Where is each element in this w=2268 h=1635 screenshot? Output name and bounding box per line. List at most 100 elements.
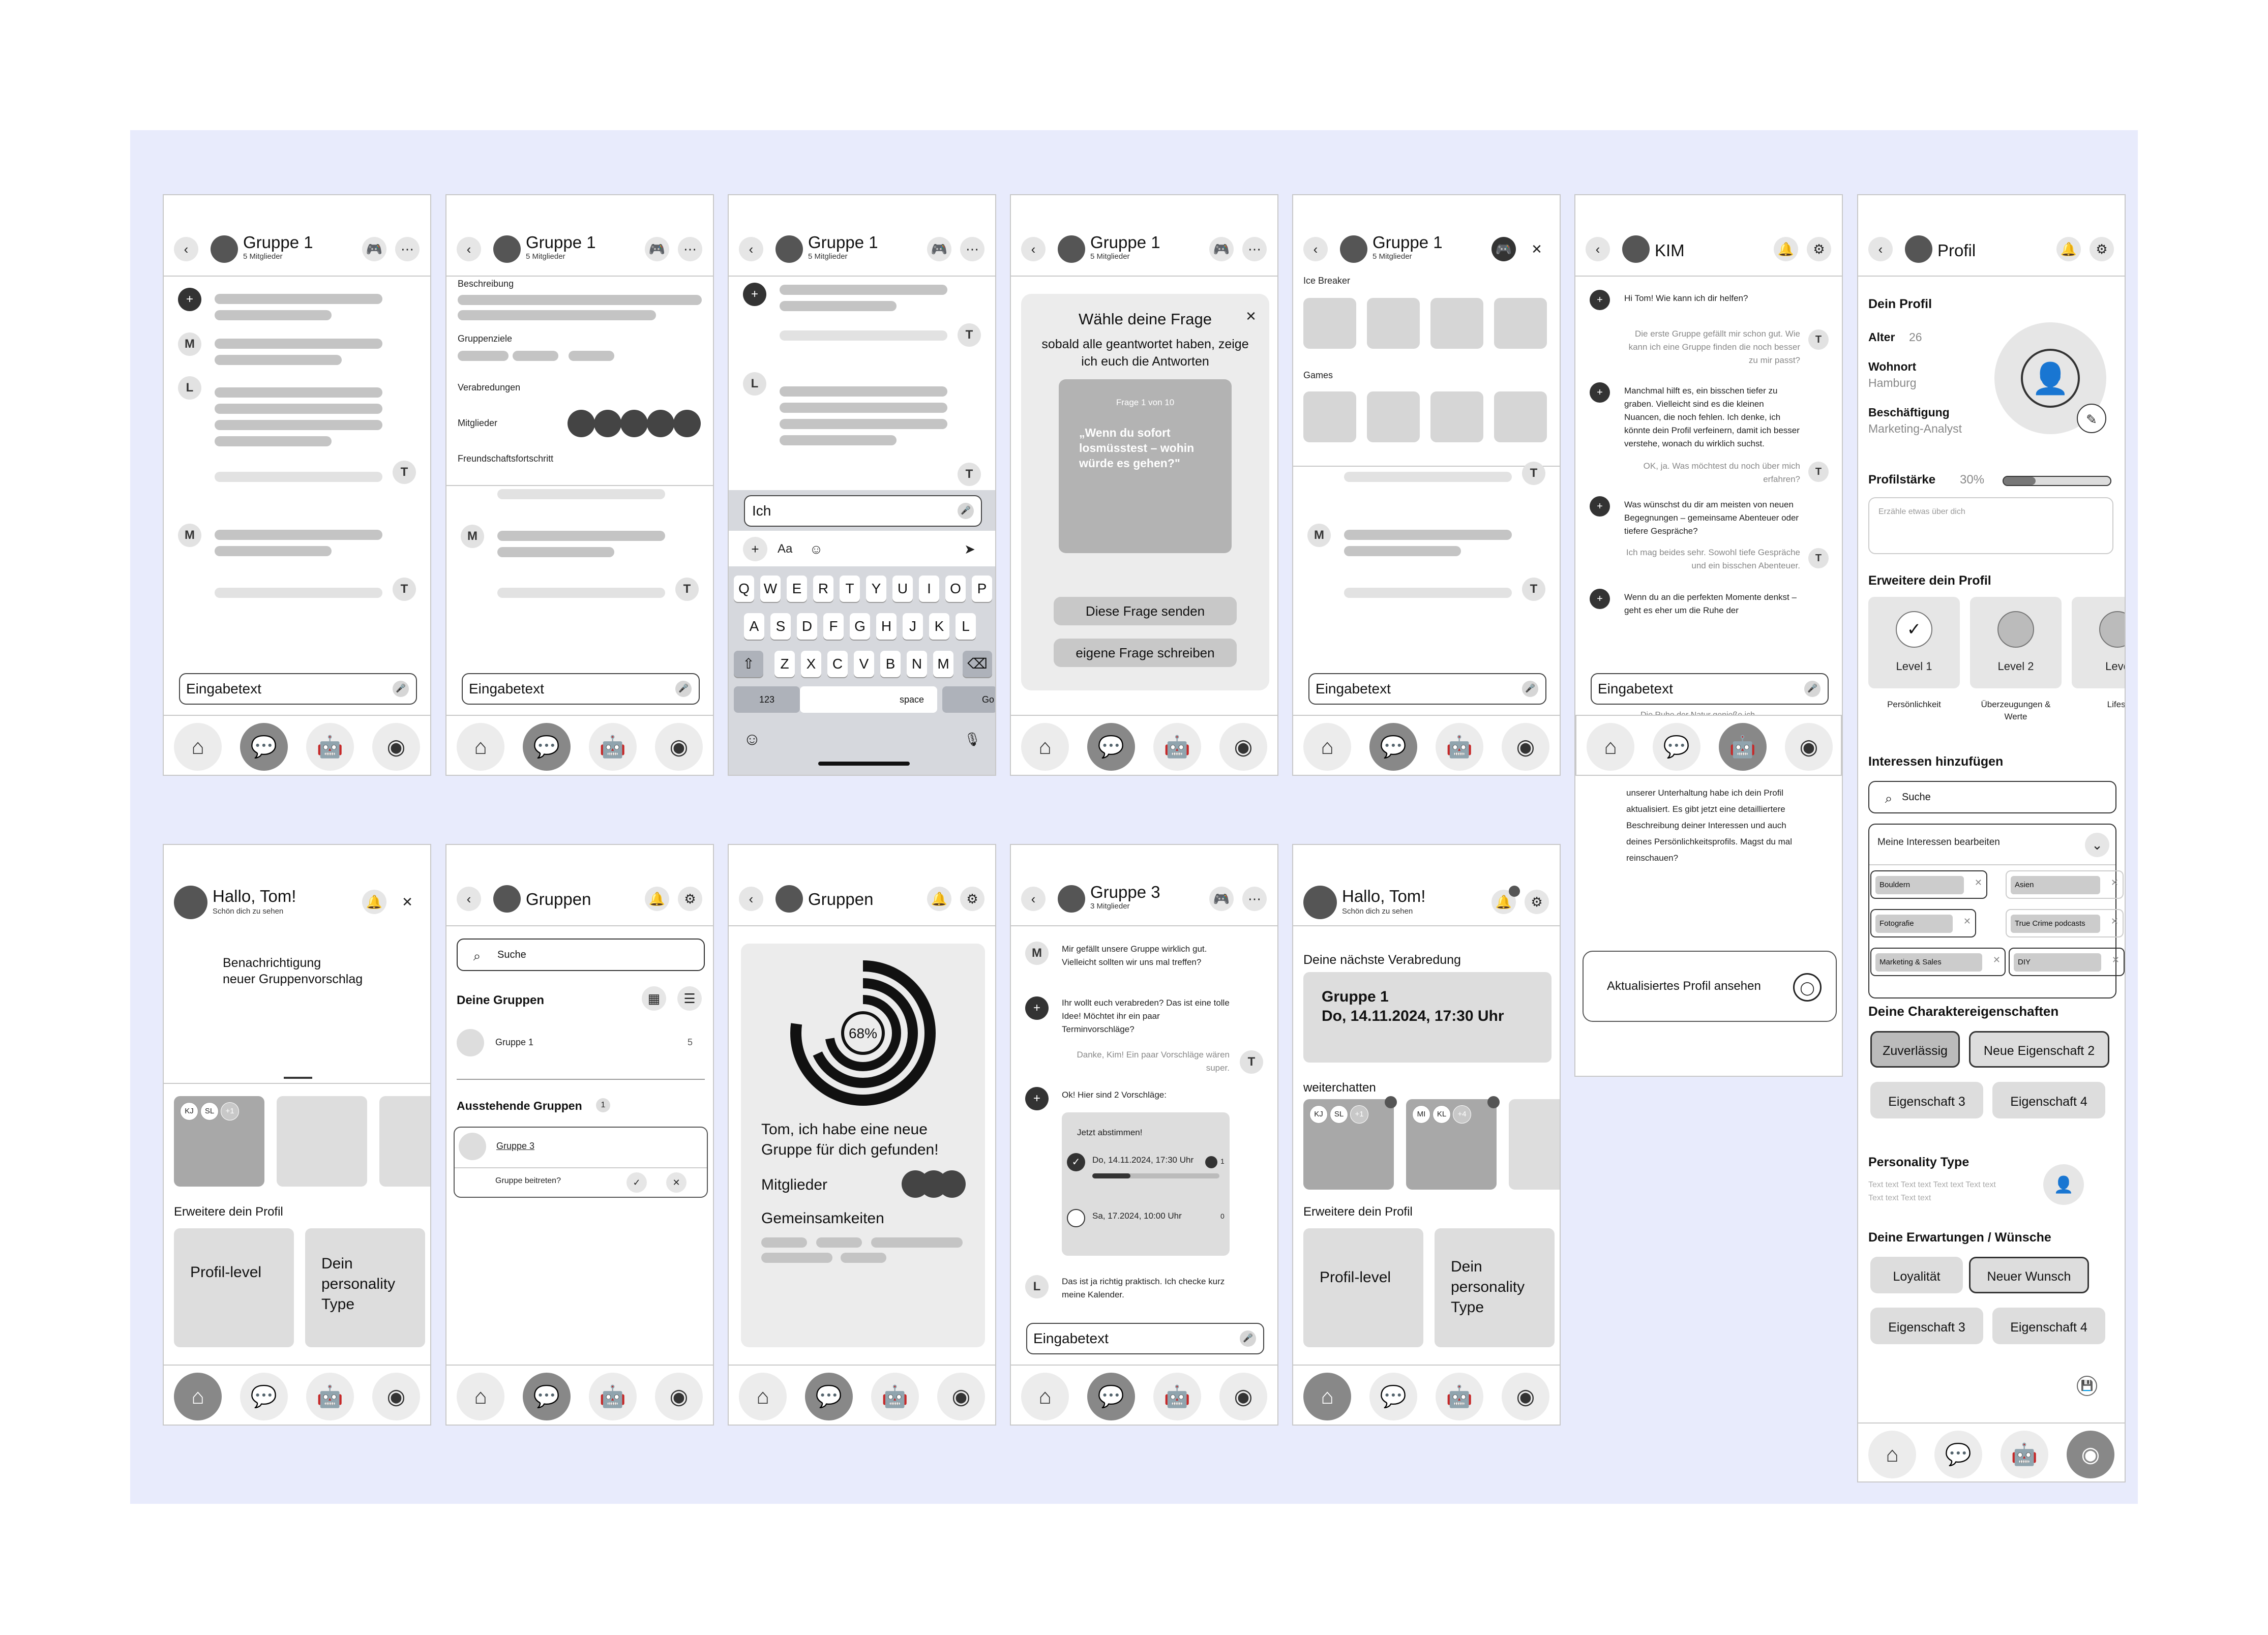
back-icon[interactable]: ‹ — [457, 237, 481, 261]
close-icon[interactable]: ✕ — [2111, 877, 2118, 888]
back-icon[interactable]: ‹ — [1303, 237, 1328, 261]
chat-icon[interactable]: 💬 — [1087, 723, 1135, 771]
level-card[interactable]: ✓ Level 1 — [1868, 597, 1960, 688]
robot-icon[interactable]: 🤖 — [1436, 723, 1483, 771]
message-input[interactable]: Eingabetext 🎤 — [462, 673, 700, 705]
close-icon[interactable]: ✕ — [1525, 237, 1549, 261]
notification-text[interactable]: neuer Gruppenvorschlag — [223, 972, 363, 987]
group-search[interactable]: ⌕ Suche — [457, 938, 705, 971]
more-icon[interactable]: ⋯ — [1242, 237, 1267, 261]
chat-icon[interactable]: 💬 — [523, 1373, 571, 1420]
label-verabredungen[interactable]: Verabredungen — [458, 382, 520, 393]
key-h[interactable]: H — [876, 613, 897, 640]
interest-tag[interactable]: DIY ✕ — [2009, 948, 2125, 976]
profile-icon[interactable]: ◉ — [2067, 1431, 2114, 1478]
interest-tag[interactable]: True Crime podcasts ✕ — [2006, 909, 2124, 937]
key-n[interactable]: N — [907, 651, 927, 677]
edit-icon[interactable]: ✎ — [2077, 404, 2106, 433]
key-y[interactable]: Y — [866, 576, 886, 602]
profile-icon[interactable]: ◉ — [372, 1373, 420, 1420]
game-tile[interactable] — [1367, 391, 1420, 442]
profile-icon[interactable]: ◉ — [1219, 723, 1267, 771]
game-tile[interactable] — [1494, 298, 1547, 349]
game-tile[interactable] — [1430, 391, 1483, 442]
key-u[interactable]: U — [892, 576, 913, 602]
gear-icon[interactable]: ⚙ — [2090, 237, 2114, 261]
chat-icon[interactable]: 💬 — [240, 1373, 288, 1420]
view-profile-button[interactable]: Aktualisiertes Profil ansehen ◯ — [1583, 951, 1837, 1022]
bell-icon[interactable]: 🔔 — [927, 887, 951, 911]
key-r[interactable]: R — [813, 576, 833, 602]
message-input[interactable]: Eingabetext 🎤 — [1308, 673, 1546, 705]
chat-icon[interactable]: 💬 — [1087, 1373, 1135, 1420]
plus-icon[interactable]: + — [743, 537, 767, 561]
key-e[interactable]: E — [787, 576, 807, 602]
key-i[interactable]: I — [919, 576, 939, 602]
format-button[interactable]: Aa — [778, 542, 792, 556]
home-icon[interactable]: ⌂ — [174, 1373, 222, 1420]
key-p[interactable]: P — [972, 576, 992, 602]
home-icon[interactable]: ⌂ — [1868, 1431, 1916, 1478]
profile-icon[interactable]: ◉ — [1502, 1373, 1549, 1420]
key-k[interactable]: K — [929, 613, 949, 640]
grid-icon[interactable]: ▦ — [642, 986, 666, 1011]
more-icon[interactable]: ⋯ — [678, 237, 702, 261]
close-icon[interactable]: ✕ — [666, 1172, 687, 1193]
profile-icon[interactable]: ◉ — [1219, 1373, 1267, 1420]
send-icon[interactable]: ➤ — [958, 537, 982, 561]
send-question-button[interactable]: Diese Frage senden — [1054, 597, 1237, 625]
chat-icon[interactable]: 💬 — [523, 723, 571, 771]
interest-search[interactable]: ⌕ Suche — [1868, 781, 2116, 813]
game-icon[interactable]: 🎮 — [1209, 887, 1234, 911]
game-tile[interactable] — [1367, 298, 1420, 349]
key-f[interactable]: F — [823, 613, 844, 640]
profile-icon[interactable]: ◉ — [655, 1373, 703, 1420]
back-icon[interactable]: ‹ — [1021, 887, 1046, 911]
wish-chip[interactable]: Eigenschaft 3 — [1870, 1308, 1983, 1344]
bell-icon[interactable]: 🔔 — [645, 887, 669, 911]
save-icon[interactable]: 💾 — [2077, 1376, 2097, 1396]
message-input[interactable]: Eingabetext 🎤 — [1591, 673, 1829, 705]
emoji-icon[interactable]: ☺ — [804, 537, 828, 561]
check-icon[interactable]: ✓ — [626, 1172, 647, 1193]
home-icon[interactable]: ⌂ — [1021, 723, 1069, 771]
profile-level-card[interactable]: Profil-level — [1303, 1228, 1423, 1347]
key-b[interactable]: B — [880, 651, 901, 677]
game-icon[interactable]: 🎮 — [1209, 237, 1234, 261]
more-icon[interactable]: ⋯ — [960, 237, 984, 261]
robot-icon[interactable]: 🤖 — [1436, 1373, 1483, 1420]
more-icon[interactable]: ⋯ — [395, 237, 420, 261]
chat-icon[interactable]: 💬 — [240, 723, 288, 771]
robot-icon[interactable]: 🤖 — [871, 1373, 919, 1420]
chat-icon[interactable]: 💬 — [1934, 1431, 1982, 1478]
pending-group-card[interactable]: Gruppe 3 Gruppe beitreten? ✓ ✕ — [454, 1127, 708, 1198]
back-icon[interactable]: ‹ — [1586, 237, 1610, 261]
robot-icon[interactable]: 🤖 — [306, 723, 354, 771]
chevron-down-icon[interactable]: ⌄ — [2085, 833, 2109, 857]
personality-card[interactable]: Dein personality Type — [1435, 1228, 1555, 1347]
mic-icon[interactable]: 🎤 — [393, 681, 409, 697]
home-icon[interactable]: ⌂ — [739, 1373, 787, 1420]
robot-icon[interactable]: 🤖 — [2001, 1431, 2048, 1478]
own-question-button[interactable]: eigene Frage schreiben — [1054, 639, 1237, 667]
mic-icon[interactable]: 🎙 — [960, 727, 984, 751]
question-card[interactable]: Frage 1 von 10 „Wenn du sofort losmüsste… — [1059, 379, 1232, 553]
game-tile[interactable] — [1494, 391, 1547, 442]
robot-icon[interactable]: 🤖 — [589, 1373, 637, 1420]
level-card[interactable]: Level 2 — [1970, 597, 2062, 688]
poll-radio[interactable] — [1067, 1209, 1085, 1227]
home-icon[interactable]: ⌂ — [457, 723, 504, 771]
key-g[interactable]: G — [850, 613, 870, 640]
key-c[interactable]: C — [827, 651, 848, 677]
robot-icon[interactable]: 🤖 — [1153, 1373, 1201, 1420]
key-m[interactable]: M — [933, 651, 953, 677]
shift-key[interactable]: ⇧ — [734, 651, 763, 677]
profile-icon[interactable]: ◉ — [1502, 723, 1549, 771]
bell-icon[interactable]: 🔔 — [2056, 237, 2081, 261]
poll-check-icon[interactable]: ✓ — [1067, 1153, 1085, 1171]
space-key[interactable]: space — [800, 686, 937, 713]
key-q[interactable]: Q — [734, 576, 754, 602]
keyboard-input[interactable]: Ich 🎤 — [744, 495, 982, 527]
back-icon[interactable]: ‹ — [739, 887, 763, 911]
key-s[interactable]: S — [770, 613, 791, 640]
